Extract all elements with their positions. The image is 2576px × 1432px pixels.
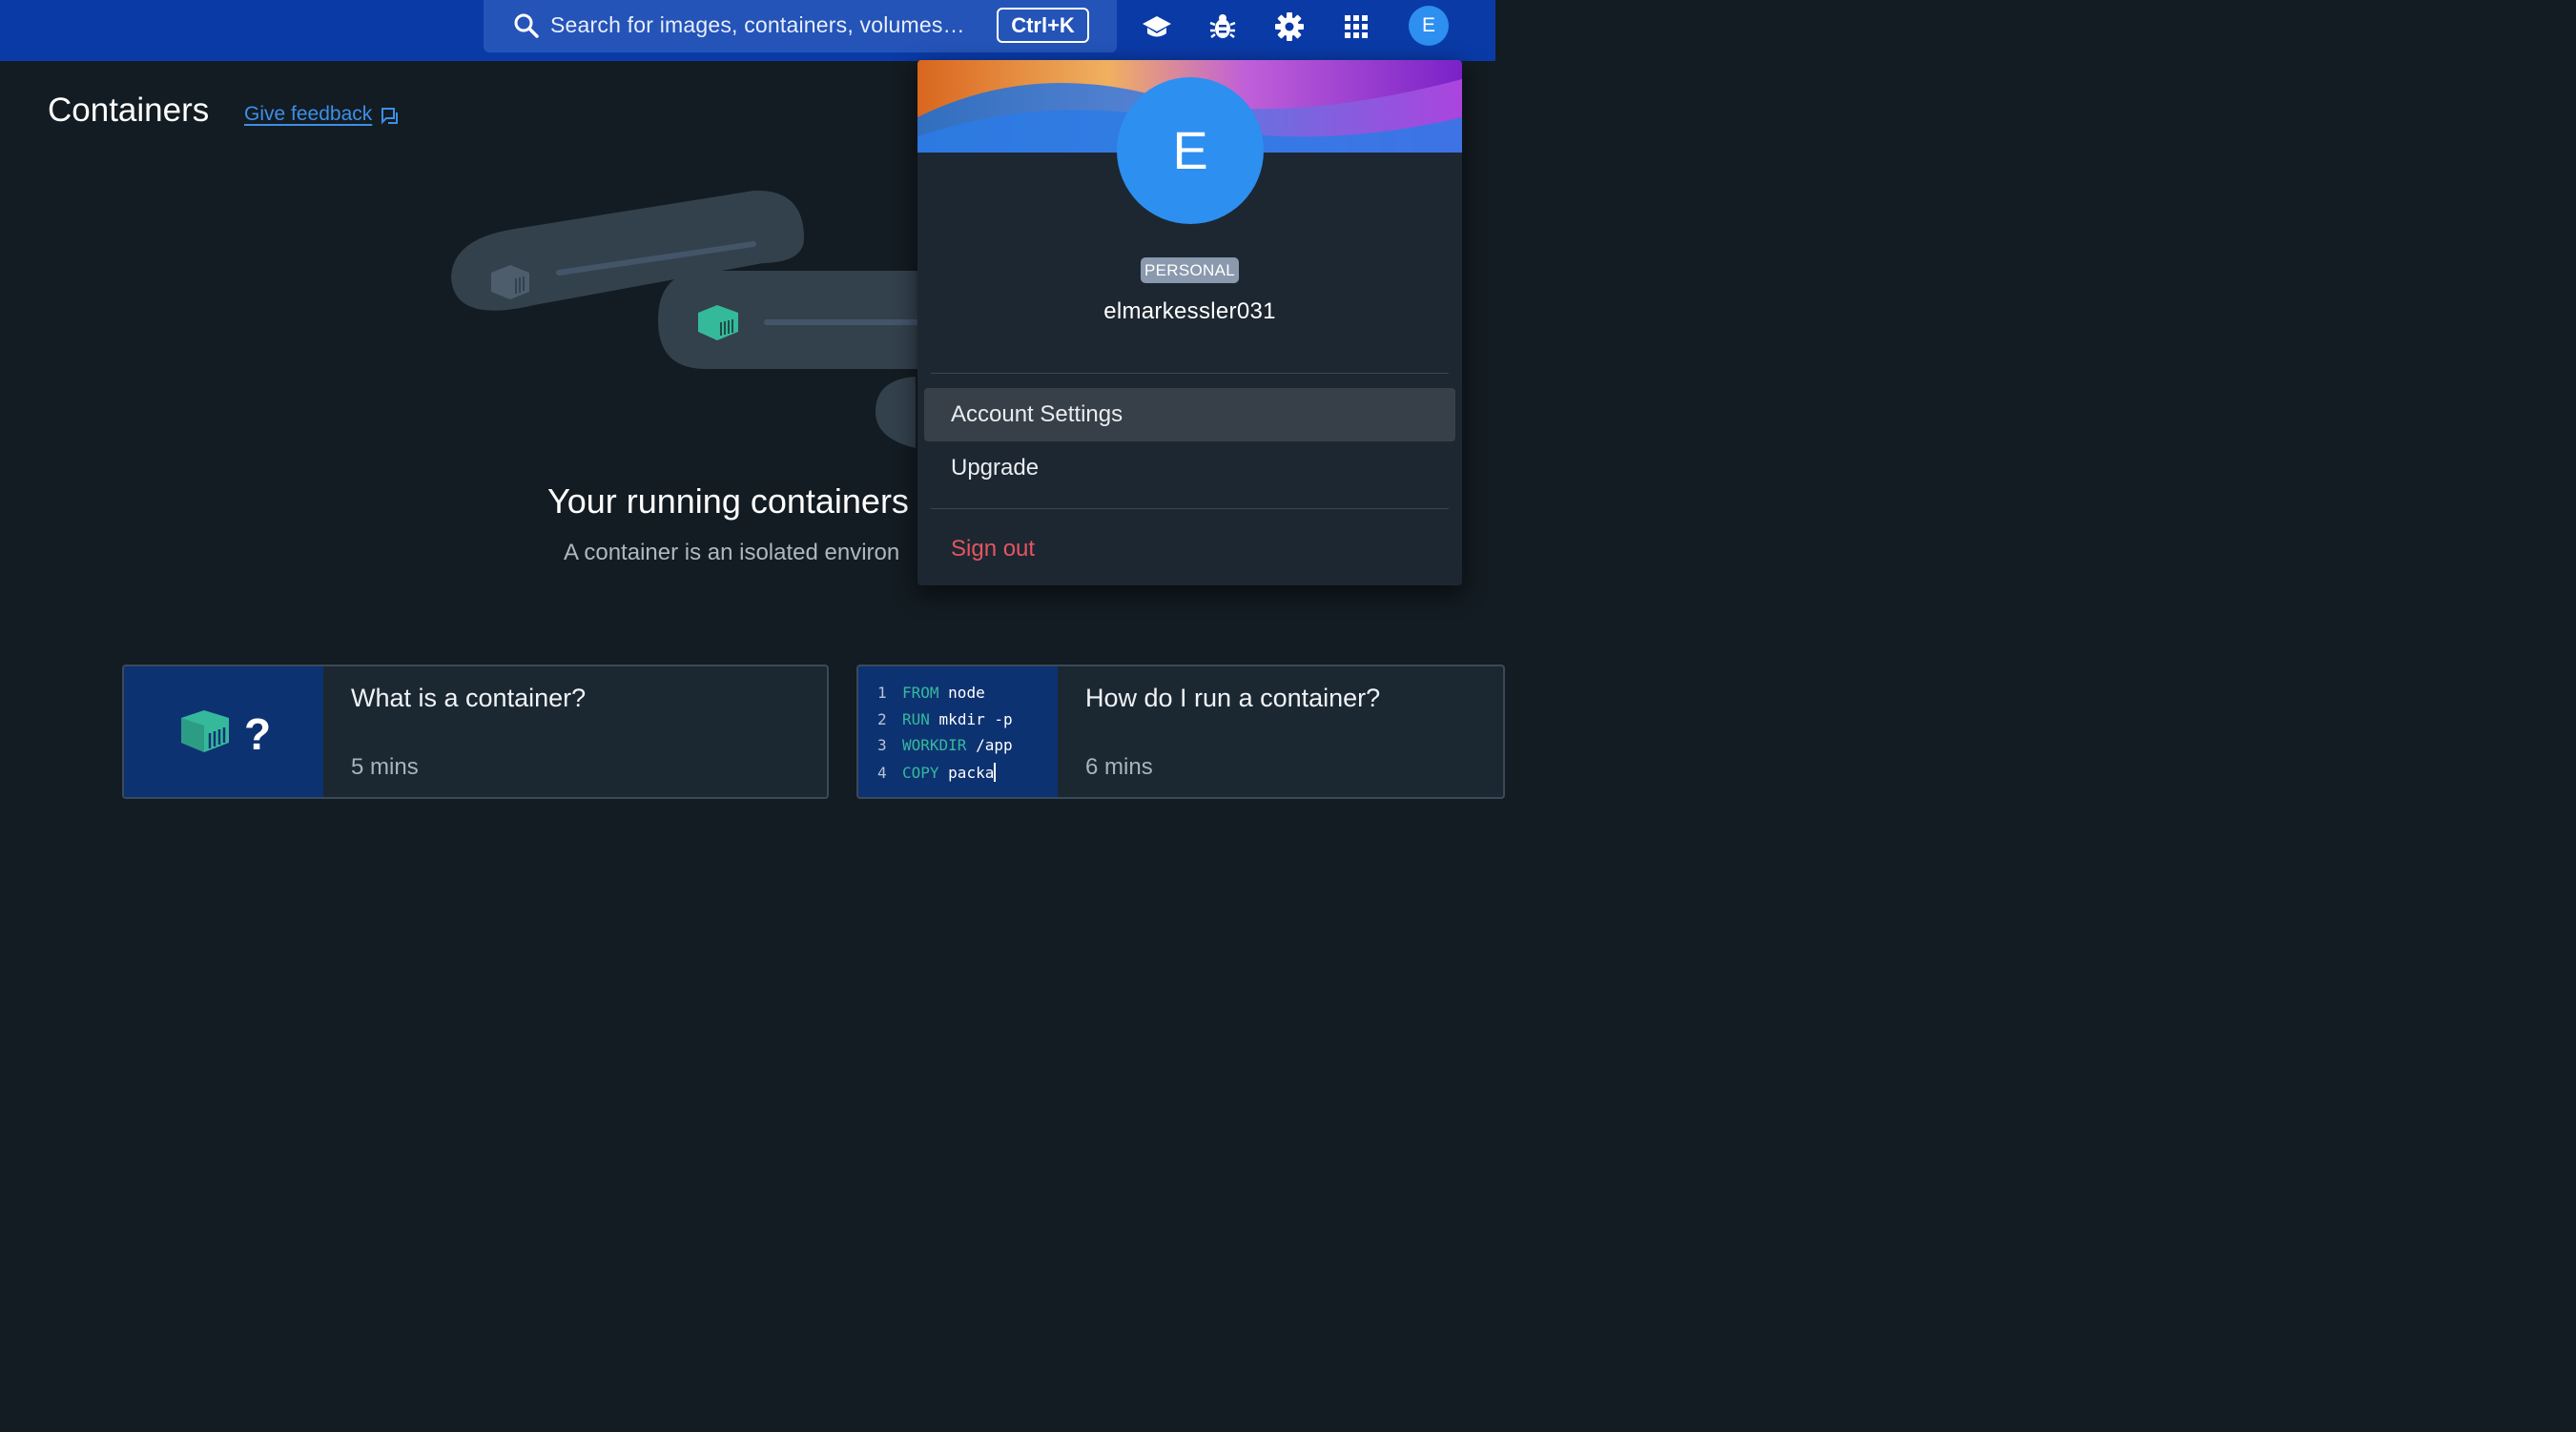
profile-avatar: E: [1117, 77, 1264, 224]
learn-card-what-is-container[interactable]: ? What is a container? 5 mins: [122, 665, 829, 799]
card-thumbnail: 1 FROM node 2 RUN mkdir -p 3 WORKDIR /app 4…: [858, 666, 1058, 797]
dockerfile-snippet: 1 FROM node 2 RUN mkdir -p 3 WORKDIR /app 4…: [877, 684, 1013, 788]
empty-state-title: Your running containers: [547, 481, 909, 521]
search-shortcut-badge: Ctrl+K: [997, 8, 1089, 43]
card-title: How do I run a container?: [1085, 684, 1381, 712]
empty-state-description: A container is an isolated environ: [564, 540, 900, 565]
plan-badge: PERSONAL: [1141, 257, 1239, 283]
settings-icon[interactable]: [1273, 10, 1306, 43]
card-thumbnail: ?: [124, 666, 323, 797]
code-line: 1 FROM node: [877, 684, 985, 702]
bug-icon[interactable]: [1206, 10, 1239, 43]
empty-state-illustration: [451, 190, 925, 448]
menu-divider: [931, 373, 1449, 374]
menu-item-upgrade[interactable]: Upgrade: [924, 441, 1455, 495]
code-line: 2 RUN mkdir -p: [877, 709, 1013, 728]
card-duration: 6 mins: [1085, 754, 1153, 780]
apps-grid-icon[interactable]: [1340, 10, 1372, 43]
user-avatar-button[interactable]: E: [1409, 6, 1449, 46]
account-menu: E PERSONAL elmarkessler031 Account Setti…: [917, 60, 1462, 585]
menu-item-account-settings[interactable]: Account Settings: [924, 388, 1455, 441]
card-title: What is a container?: [351, 684, 587, 712]
learn-card-how-run-container[interactable]: 1 FROM node 2 RUN mkdir -p 3 WORKDIR /app 4…: [856, 665, 1505, 799]
text-caret: [994, 762, 997, 782]
menu-divider: [931, 508, 1449, 509]
learn-icon[interactable]: [1141, 10, 1173, 43]
code-line: 4 COPY packa: [877, 762, 997, 782]
menu-item-sign-out[interactable]: Sign out: [924, 522, 1455, 576]
code-line: 3 WORKDIR /app: [877, 736, 1013, 754]
card-duration: 5 mins: [351, 754, 419, 780]
container-question-icon: ?: [181, 709, 271, 759]
username: elmarkessler031: [1103, 298, 1276, 324]
svg-text:?: ?: [244, 709, 271, 759]
